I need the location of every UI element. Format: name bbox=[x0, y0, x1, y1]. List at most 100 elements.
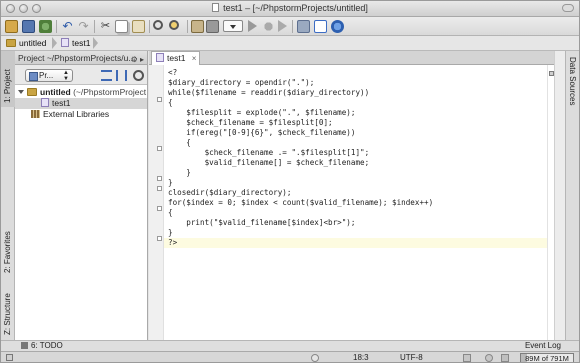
right-tool-stripe: Data Sources bbox=[565, 51, 579, 340]
code-line: print("$valid_filename[$index]<br>"); bbox=[168, 218, 356, 227]
external-tools-icon[interactable] bbox=[314, 20, 327, 33]
left-tool-stripe: 1: Project 2: Favorites Z: Structure bbox=[1, 51, 15, 340]
current-line-highlight bbox=[164, 238, 547, 248]
code-line: ?> bbox=[168, 238, 178, 247]
scroll-from-source-icon[interactable] bbox=[101, 70, 112, 81]
run-configuration-select[interactable] bbox=[223, 20, 243, 32]
zoom-window-button[interactable] bbox=[32, 4, 41, 13]
php-file-icon bbox=[41, 98, 49, 107]
redo-icon[interactable]: ↷ bbox=[77, 20, 90, 33]
run-icon[interactable] bbox=[248, 20, 257, 32]
memory-indicator[interactable]: 89M of 791M bbox=[520, 353, 574, 362]
collapse-all-icon[interactable] bbox=[116, 70, 127, 81]
project-panel-header: Project ~/PhpstormProjects/u... ⚙ ▸ bbox=[15, 51, 147, 65]
breadcrumb-project[interactable]: untitled bbox=[3, 37, 54, 50]
folder-icon bbox=[27, 88, 37, 96]
tab-favorites[interactable]: 2: Favorites bbox=[1, 223, 15, 275]
lock-icon[interactable] bbox=[463, 354, 471, 362]
tab-event-log[interactable]: Event Log bbox=[525, 341, 561, 351]
project-panel: Project ~/PhpstormProjects/u... ⚙ ▸ Pr..… bbox=[15, 51, 148, 340]
settings-icon[interactable] bbox=[206, 20, 219, 33]
tree-item-external-libraries[interactable]: External Libraries bbox=[15, 109, 147, 120]
debug-icon[interactable] bbox=[262, 20, 275, 33]
php-file-icon bbox=[156, 53, 164, 62]
undo-icon[interactable]: ↶ bbox=[61, 20, 74, 33]
title-bar: test1 – [~/PhpstormProjects/untitled] bbox=[1, 1, 579, 17]
error-stripe bbox=[547, 65, 554, 340]
help-icon[interactable] bbox=[331, 20, 344, 33]
fold-marker[interactable] bbox=[157, 176, 162, 181]
tab-todo[interactable]: 6: TODO bbox=[21, 341, 63, 351]
code-line: <? bbox=[168, 68, 178, 77]
project-structure-icon[interactable] bbox=[191, 20, 204, 33]
expand-arrow-icon[interactable] bbox=[18, 90, 24, 94]
code-line: $valid_filename[] = $check_filename; bbox=[168, 158, 370, 167]
project-panel-toolbar: Pr... ▲ ▼ bbox=[15, 65, 147, 85]
replace-icon[interactable] bbox=[169, 20, 179, 30]
copy-icon[interactable] bbox=[115, 20, 128, 33]
tab-structure[interactable]: Z: Structure bbox=[1, 275, 15, 337]
editor-tab-test1[interactable]: test1 × bbox=[151, 51, 201, 65]
code-line: closedir($diary_directory); bbox=[168, 188, 292, 197]
code-line: for($index = 0; $index < count($valid_fi… bbox=[168, 198, 434, 207]
fold-marker[interactable] bbox=[157, 186, 162, 191]
project-panel-title: Project ~/PhpstormProjects/u... bbox=[18, 53, 136, 63]
cut-icon[interactable]: ✂ bbox=[99, 20, 112, 33]
caret-position[interactable]: 18:3 bbox=[353, 352, 369, 362]
tree-item-test1[interactable]: test1 bbox=[15, 98, 147, 109]
code-line: { bbox=[168, 208, 173, 217]
minimize-window-button[interactable] bbox=[19, 4, 28, 13]
fold-marker[interactable] bbox=[157, 236, 162, 241]
tree-item-untitled[interactable]: untitled (~/PhpstormProject bbox=[15, 87, 147, 98]
code-editor[interactable]: <? $diary_directory = opendir("."); whil… bbox=[164, 65, 547, 340]
toolbar-toggle-button[interactable] bbox=[562, 4, 574, 12]
tool-windows-toggle-icon[interactable] bbox=[6, 354, 13, 361]
code-line: { bbox=[168, 98, 173, 107]
fold-marker[interactable] bbox=[157, 97, 162, 102]
fold-marker[interactable] bbox=[157, 146, 162, 151]
main-toolbar: ↶ ↷ ✂ bbox=[1, 17, 579, 36]
code-line: } bbox=[168, 168, 191, 177]
code-line: $check_filename = $filesplit[0]; bbox=[168, 118, 333, 127]
code-line: while($filename = readdir($diary_directo… bbox=[168, 88, 370, 97]
navigation-bar: untitled test1 bbox=[1, 36, 579, 51]
window-title: test1 – [~/PhpstormProjects/untitled] bbox=[223, 3, 368, 13]
gear-icon[interactable] bbox=[133, 70, 144, 81]
code-line: $check_filename .= ".$filesplit[1]"; bbox=[168, 148, 370, 157]
close-window-button[interactable] bbox=[6, 4, 15, 13]
code-line: { bbox=[168, 138, 191, 147]
close-tab-icon[interactable]: × bbox=[192, 52, 197, 65]
project-tree: untitled (~/PhpstormProject test1 Extern… bbox=[15, 85, 147, 120]
breadcrumb-separator bbox=[52, 37, 57, 49]
code-line: $filesplit = explode(".", $filename); bbox=[168, 108, 356, 117]
code-line: } bbox=[168, 178, 173, 187]
select-arrows-icon: ▲ ▼ bbox=[63, 70, 69, 82]
project-view-select[interactable]: Pr... ▲ ▼ bbox=[25, 69, 73, 82]
tab-project[interactable]: 1: Project bbox=[1, 51, 15, 107]
code-line: $diary_directory = opendir("."); bbox=[168, 78, 315, 87]
code-line: if(ereg("[0-9]{6}", $check_filename)) bbox=[168, 128, 356, 137]
save-icon[interactable] bbox=[22, 20, 35, 33]
editor-tab-bar: test1 × bbox=[149, 51, 554, 65]
library-icon bbox=[31, 110, 40, 118]
status-bar: 18:3 UTF-8 89M of 791M bbox=[1, 351, 579, 362]
file-encoding[interactable]: UTF-8 bbox=[400, 352, 423, 362]
folder-icon bbox=[6, 39, 16, 47]
find-icon[interactable] bbox=[153, 20, 163, 30]
event-icon[interactable] bbox=[501, 354, 509, 362]
paste-icon[interactable] bbox=[132, 20, 145, 33]
php-file-icon bbox=[61, 38, 69, 47]
inspector-icon[interactable] bbox=[485, 354, 493, 362]
cancel-task-icon[interactable] bbox=[311, 354, 319, 362]
editor-gutter bbox=[149, 65, 164, 340]
breadcrumb-separator bbox=[93, 37, 98, 49]
fold-marker[interactable] bbox=[157, 206, 162, 211]
code-line: } bbox=[168, 228, 173, 237]
editor-scrollbar[interactable] bbox=[554, 51, 565, 340]
run-with-coverage-icon[interactable] bbox=[278, 20, 287, 32]
vcs-icon[interactable] bbox=[297, 20, 310, 33]
bottom-tool-stripe: 6: TODO Event Log bbox=[1, 340, 579, 351]
todo-icon bbox=[21, 342, 28, 349]
open-folder-icon[interactable] bbox=[5, 20, 18, 33]
synchronize-icon[interactable] bbox=[39, 20, 52, 33]
